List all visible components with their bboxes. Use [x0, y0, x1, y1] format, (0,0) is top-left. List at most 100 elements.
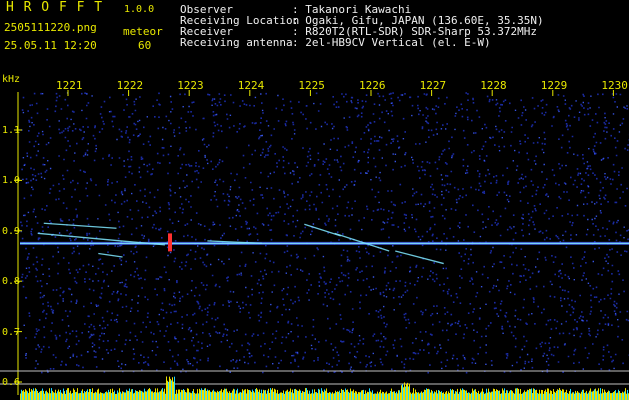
power-bar [402, 384, 403, 400]
power-bar [453, 390, 454, 400]
power-bar [74, 389, 75, 400]
power-bar [543, 393, 544, 400]
power-bar [113, 392, 114, 400]
power-bar [625, 388, 626, 400]
power-bar [35, 388, 36, 400]
power-bar [612, 392, 613, 400]
power-bar [506, 390, 507, 400]
power-bar [347, 389, 348, 400]
power-bar [21, 389, 22, 400]
power-bar [593, 390, 594, 400]
power-bar [281, 392, 282, 400]
power-bar [605, 391, 606, 400]
power-bar [617, 392, 618, 400]
power-bar [546, 391, 547, 400]
power-bar [528, 390, 529, 400]
power-bar [381, 393, 382, 400]
power-bar [211, 392, 212, 400]
power-bar [336, 392, 337, 400]
y-tick-label: 1.0 [2, 175, 21, 187]
power-bar [614, 391, 615, 400]
meteor-echo-trace [43, 222, 117, 229]
power-bar [169, 376, 170, 400]
power-bar [235, 393, 236, 400]
power-bar [427, 389, 428, 400]
power-bar [112, 388, 113, 400]
power-bar [623, 392, 624, 400]
power-bar [484, 393, 485, 400]
power-bar [438, 389, 439, 400]
power-bar [139, 390, 140, 400]
power-bar [566, 389, 567, 400]
power-bar [42, 388, 43, 400]
power-bar [560, 389, 561, 400]
power-bar [206, 390, 207, 400]
power-bar [494, 388, 495, 400]
power-bar [359, 392, 360, 400]
power-bar [213, 389, 214, 400]
power-bar [379, 391, 380, 400]
power-bar [154, 391, 155, 400]
power-bar [529, 388, 530, 400]
power-bar [30, 391, 31, 400]
power-bar [122, 391, 123, 400]
power-bar [485, 393, 486, 400]
power-bar [39, 391, 40, 400]
power-bar [464, 389, 465, 400]
power-bar [413, 388, 414, 400]
power-bar [79, 393, 80, 400]
power-bar [321, 388, 322, 400]
power-bar [184, 390, 185, 400]
power-bar [261, 389, 262, 400]
power-bar [214, 391, 215, 400]
power-bar [397, 393, 398, 400]
power-bar [128, 391, 129, 400]
x-tick-label: 1222 [116, 79, 144, 92]
power-bar [313, 393, 314, 400]
power-bar [450, 388, 451, 400]
power-bar [195, 393, 196, 400]
power-bar [537, 392, 538, 400]
power-bar [441, 391, 442, 400]
power-bar [478, 390, 479, 400]
power-bar [538, 393, 539, 400]
power-bar [145, 391, 146, 400]
power-bar [488, 388, 489, 400]
power-bar [222, 392, 223, 400]
power-bar [406, 384, 407, 400]
power-bar [67, 388, 68, 400]
power-bar [147, 390, 148, 400]
power-bar [272, 388, 273, 400]
x-tick-label: 1228 [480, 79, 507, 92]
power-bar [412, 392, 413, 400]
power-bar [403, 387, 404, 400]
power-bar [545, 389, 546, 400]
power-bar [229, 391, 230, 400]
power-bar [82, 389, 83, 400]
power-bar [81, 390, 82, 400]
power-bar [25, 389, 26, 400]
power-bar [376, 393, 377, 400]
power-bar [114, 390, 115, 400]
power-bar [555, 392, 556, 400]
power-bar [591, 391, 592, 400]
power-bar [89, 388, 90, 400]
power-bar [248, 390, 249, 400]
power-bar [167, 380, 168, 400]
power-bar [583, 389, 584, 400]
power-bar [613, 392, 614, 400]
power-bar [496, 389, 497, 400]
power-bar [486, 388, 487, 400]
power-bar [288, 391, 289, 400]
power-bar [561, 391, 562, 400]
power-bar [78, 393, 79, 400]
power-bar [60, 389, 61, 400]
power-bar [396, 391, 397, 400]
power-bar [367, 391, 368, 400]
power-bar [425, 390, 426, 400]
power-bar [503, 390, 504, 400]
power-bar [58, 389, 59, 400]
power-bar [539, 389, 540, 400]
power-bar [474, 389, 475, 400]
x-tick-label: 1230 [601, 79, 628, 92]
